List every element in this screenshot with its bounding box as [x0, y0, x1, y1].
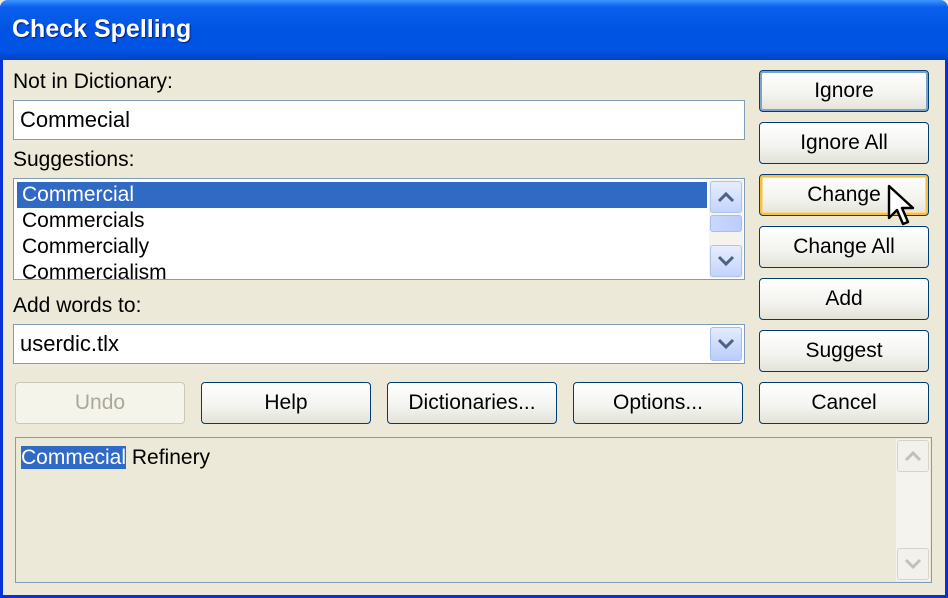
chevron-down-icon: [904, 558, 922, 570]
suggestion-item[interactable]: Commercially: [17, 234, 707, 260]
suggest-button[interactable]: Suggest: [759, 330, 929, 372]
context-rest: Refinery: [126, 446, 211, 469]
change-all-button[interactable]: Change All: [759, 226, 929, 268]
options-button[interactable]: Options...: [573, 382, 743, 424]
suggestions-list[interactable]: Commercial Commercials Commercially Comm…: [13, 178, 745, 280]
cancel-button[interactable]: Cancel: [759, 382, 929, 424]
context-pane[interactable]: Commecial Refinery: [15, 437, 932, 583]
suggestions-label: Suggestions:: [13, 148, 135, 171]
ignore-all-button[interactable]: Ignore All: [759, 122, 929, 164]
undo-button[interactable]: Undo: [15, 382, 185, 424]
ignore-button[interactable]: Ignore: [759, 70, 929, 112]
not-in-dictionary-label: Not in Dictionary:: [13, 70, 173, 93]
scroll-up-button[interactable]: [710, 181, 742, 213]
scroll-down-button[interactable]: [710, 245, 742, 277]
context-text: Commecial Refinery: [21, 446, 210, 470]
add-words-to-select[interactable]: userdic.tlx: [13, 324, 745, 364]
suggestion-item-selected[interactable]: Commercial: [17, 182, 707, 208]
context-scrollbar[interactable]: [896, 439, 930, 581]
add-words-to-label: Add words to:: [13, 294, 142, 317]
check-spelling-dialog: Check Spelling Not in Dictionary: Commec…: [0, 0, 948, 598]
window-title: Check Spelling: [12, 15, 192, 43]
chevron-up-icon: [717, 191, 735, 203]
suggestion-item[interactable]: Commercials: [17, 208, 707, 234]
dictionary-selected-value: userdic.tlx: [20, 331, 120, 356]
chevron-down-icon: [717, 338, 735, 350]
mouse-pointer-icon: [887, 184, 915, 226]
chevron-down-icon: [717, 255, 735, 267]
misspelled-word-highlight: Commecial: [21, 446, 127, 469]
suggestions-scrollbar[interactable]: [709, 180, 743, 278]
suggestion-item[interactable]: Commercialism: [17, 260, 707, 279]
dropdown-button[interactable]: [710, 327, 742, 361]
context-scroll-down-button[interactable]: [897, 548, 929, 580]
title-bar[interactable]: Check Spelling: [0, 0, 948, 60]
help-button[interactable]: Help: [201, 382, 371, 424]
chevron-up-icon: [904, 450, 922, 462]
add-button[interactable]: Add: [759, 278, 929, 320]
dictionaries-button[interactable]: Dictionaries...: [387, 382, 557, 424]
not-in-dictionary-field[interactable]: Commecial: [13, 100, 745, 140]
context-scroll-up-button[interactable]: [897, 440, 929, 472]
scroll-thumb[interactable]: [710, 215, 742, 232]
